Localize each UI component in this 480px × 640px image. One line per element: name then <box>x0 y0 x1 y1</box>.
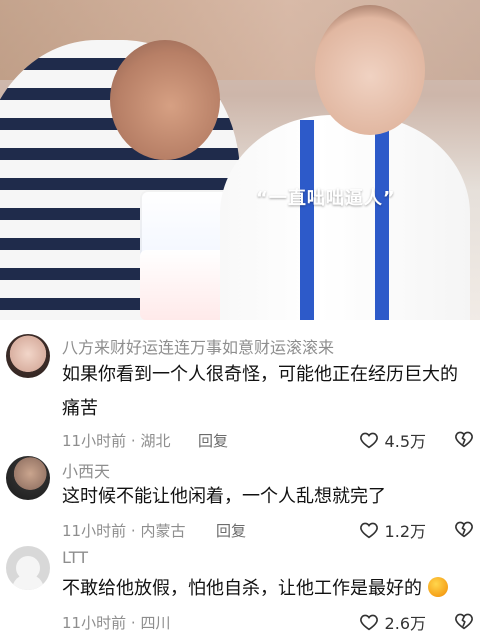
comment-separator: · <box>130 614 136 632</box>
comment-username[interactable]: 小西天 <box>62 458 110 482</box>
avatar[interactable] <box>6 456 50 500</box>
heart-outline-icon <box>359 522 378 539</box>
comment-item[interactable]: 八方来财好运连连万事如意财运滚滚来 如果你看到一个人很奇怪，可能他正在经历巨大的… <box>0 326 480 456</box>
heart-outline-icon <box>359 432 378 449</box>
default-avatar-shoulders <box>12 574 44 590</box>
like-button[interactable]: 1.2万 <box>359 518 426 542</box>
comment-item[interactable]: LTT 不敢给他放假，怕他自杀，让他工作是最好的 11小时前 · 四川 2.6万 <box>0 540 480 640</box>
comment-location: 内蒙古 <box>140 522 186 540</box>
reply-button[interactable]: 回复 <box>216 520 246 541</box>
comment-item[interactable]: 小西天 这时候不能让他闲着，一个人乱想就完了 11小时前 · 内蒙古 回复 1.… <box>0 448 480 548</box>
woman-in-white-jacket <box>220 115 470 320</box>
comment-meta: 11小时前 · 四川 <box>62 612 170 633</box>
jacket-stripe-right <box>375 120 389 320</box>
comment-username[interactable]: LTT <box>62 548 88 567</box>
comment-text: 这时候不能让他闲着，一个人乱想就完了 <box>62 486 386 507</box>
broken-heart-icon[interactable] <box>454 520 474 538</box>
comment-meta: 11小时前 · 内蒙古 <box>62 520 185 541</box>
like-count: 2.6万 <box>384 614 426 633</box>
broken-heart-icon[interactable] <box>454 612 474 630</box>
avatar[interactable] <box>6 546 50 590</box>
comment-time: 11小时前 <box>62 614 127 632</box>
broken-heart-icon[interactable] <box>454 430 474 448</box>
comment-username[interactable]: 八方来财好运连连万事如意财运滚滚来 <box>62 334 334 358</box>
like-count: 1.2万 <box>384 522 426 541</box>
video-screenshot: “一直咄咄逼人” <box>0 0 480 320</box>
comment-time: 11小时前 <box>62 522 127 540</box>
jacket-stripe-left <box>300 120 314 320</box>
woman-head <box>315 5 425 135</box>
comment-text-body: 不敢给他放假，怕他自杀，让他工作是最好的 <box>62 578 422 599</box>
grinning-face-emoji <box>428 577 448 597</box>
avatar[interactable] <box>6 334 50 378</box>
comment-separator: · <box>130 522 136 540</box>
comment-text: 不敢给他放假，怕他自杀，让他工作是最好的 <box>62 572 462 606</box>
comment-location: 四川 <box>140 614 171 632</box>
heart-outline-icon <box>359 614 378 631</box>
like-button[interactable]: 2.6万 <box>359 610 426 634</box>
video-caption: “一直咄咄逼人” <box>256 188 396 209</box>
man-head <box>110 40 220 160</box>
comment-text: 如果你看到一个人很奇怪，可能他正在经历巨大的痛苦 <box>62 364 458 419</box>
